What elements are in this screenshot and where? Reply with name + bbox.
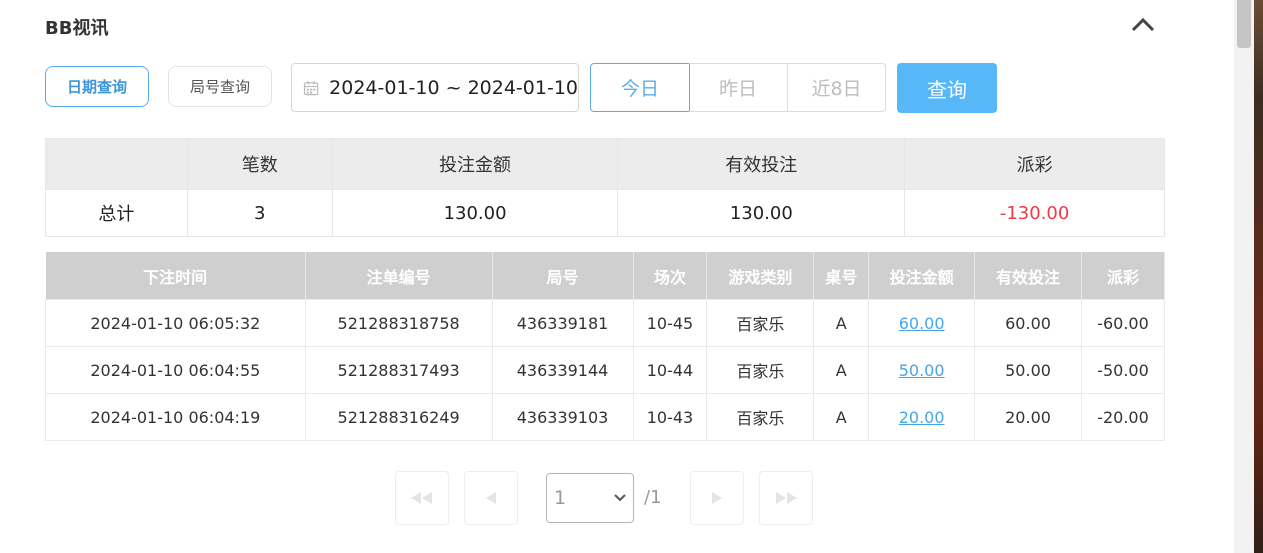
section-title: BB视讯 bbox=[45, 18, 109, 39]
bet-amount-link[interactable]: 60.00 bbox=[899, 314, 945, 333]
calendar-icon bbox=[303, 80, 319, 95]
next-page-icon bbox=[712, 492, 722, 504]
summary-total-row: 总计 3 130.00 130.00 -130.00 bbox=[45, 189, 1165, 237]
header-table-no: 桌号 bbox=[813, 252, 870, 300]
header-game-type: 游戏类别 bbox=[706, 252, 815, 300]
bet-amount-link[interactable]: 50.00 bbox=[899, 361, 945, 380]
payout: -60.00 bbox=[1080, 299, 1166, 347]
prev-page-icon bbox=[486, 492, 496, 504]
bet-time: 2024-01-10 06:05:32 bbox=[45, 299, 306, 347]
first-page-button[interactable] bbox=[395, 471, 449, 525]
collapse-button[interactable] bbox=[1130, 14, 1156, 36]
summary-valid: 130.00 bbox=[617, 189, 906, 237]
header-order-no: 注单编号 bbox=[305, 252, 493, 300]
summary-header-count: 笔数 bbox=[186, 138, 333, 190]
table-no: A bbox=[813, 346, 870, 394]
last-page-icon bbox=[776, 492, 797, 504]
date-range-value: 2024-01-10 ~ 2024-01-10 bbox=[329, 76, 578, 99]
valid-bet: 50.00 bbox=[974, 346, 1082, 394]
summary-bet: 130.00 bbox=[331, 189, 619, 237]
table-row: 2024-01-10 06:04:19 521288316249 4363391… bbox=[45, 393, 1166, 441]
game-type: 百家乐 bbox=[706, 393, 815, 441]
summary-table: 笔数 投注金额 有效投注 派彩 总计 3 130.00 130.00 -130.… bbox=[45, 138, 1165, 237]
header-round-no: 局号 bbox=[492, 252, 634, 300]
last-8-days-button[interactable]: 近8日 bbox=[787, 63, 886, 112]
summary-header-blank bbox=[45, 138, 188, 190]
last-page-button[interactable] bbox=[759, 471, 813, 525]
order-no: 521288316249 bbox=[304, 393, 493, 441]
order-no: 521288318758 bbox=[304, 299, 493, 347]
header-payout: 派彩 bbox=[1081, 252, 1166, 300]
payout: -50.00 bbox=[1080, 346, 1166, 394]
next-page-button[interactable] bbox=[690, 471, 744, 525]
page-select[interactable]: 1 bbox=[546, 473, 634, 523]
valid-bet: 20.00 bbox=[974, 393, 1082, 441]
header-session: 场次 bbox=[633, 252, 708, 300]
game-type: 百家乐 bbox=[706, 299, 815, 347]
header-bet-amount: 投注金额 bbox=[868, 252, 976, 300]
session: 10-44 bbox=[632, 346, 708, 394]
scrollbar-thumb[interactable] bbox=[1237, 0, 1251, 48]
summary-label: 总计 bbox=[45, 189, 188, 237]
summary-header-row: 笔数 投注金额 有效投注 派彩 bbox=[45, 138, 1165, 190]
summary-header-valid: 有效投注 bbox=[617, 138, 906, 190]
prev-page-button[interactable] bbox=[464, 471, 518, 525]
session: 10-43 bbox=[632, 393, 708, 441]
round-no: 436339144 bbox=[491, 346, 634, 394]
header-valid-bet: 有效投注 bbox=[974, 252, 1082, 300]
header-bet-time: 下注时间 bbox=[45, 252, 306, 300]
table-row: 2024-01-10 06:04:55 521288317493 4363391… bbox=[45, 346, 1166, 394]
detail-header-row: 下注时间 注单编号 局号 场次 游戏类别 桌号 投注金额 有效投注 派彩 bbox=[45, 252, 1166, 300]
first-page-icon bbox=[411, 492, 432, 504]
today-button[interactable]: 今日 bbox=[590, 63, 690, 112]
valid-bet: 60.00 bbox=[974, 299, 1082, 347]
bet-amount-cell: 60.00 bbox=[868, 299, 976, 347]
summary-header-bet: 投注金额 bbox=[331, 138, 619, 190]
bet-time: 2024-01-10 06:04:19 bbox=[45, 393, 306, 441]
yesterday-button[interactable]: 昨日 bbox=[689, 63, 788, 112]
payout: -20.00 bbox=[1080, 393, 1166, 441]
round-query-button[interactable]: 局号查询 bbox=[168, 66, 272, 107]
summary-payout: -130.00 bbox=[904, 189, 1165, 237]
bet-amount-cell: 50.00 bbox=[868, 346, 976, 394]
bet-amount-cell: 20.00 bbox=[868, 393, 976, 441]
game-type: 百家乐 bbox=[706, 346, 815, 394]
summary-count: 3 bbox=[186, 189, 333, 237]
vertical-scrollbar[interactable] bbox=[1234, 0, 1254, 553]
date-query-button[interactable]: 日期查询 bbox=[45, 66, 149, 107]
date-range-picker[interactable]: 2024-01-10 ~ 2024-01-10 bbox=[291, 63, 579, 112]
bet-time: 2024-01-10 06:04:55 bbox=[45, 346, 306, 394]
background-edge bbox=[1254, 0, 1263, 553]
order-no: 521288317493 bbox=[304, 346, 493, 394]
chevron-up-icon bbox=[1131, 17, 1155, 32]
round-no: 436339181 bbox=[491, 299, 634, 347]
table-no: A bbox=[813, 393, 870, 441]
bet-detail-table: 下注时间 注单编号 局号 场次 游戏类别 桌号 投注金额 有效投注 派彩 202… bbox=[45, 252, 1166, 441]
round-no: 436339103 bbox=[491, 393, 634, 441]
query-button[interactable]: 查询 bbox=[897, 63, 997, 113]
session: 10-45 bbox=[632, 299, 708, 347]
page-total: /1 bbox=[644, 487, 662, 508]
bet-amount-link[interactable]: 20.00 bbox=[899, 408, 945, 427]
page-select-value: 1 bbox=[554, 487, 567, 509]
summary-header-payout: 派彩 bbox=[904, 138, 1165, 190]
chevron-down-icon bbox=[614, 494, 626, 502]
table-no: A bbox=[813, 299, 870, 347]
table-row: 2024-01-10 06:05:32 521288318758 4363391… bbox=[45, 299, 1166, 347]
